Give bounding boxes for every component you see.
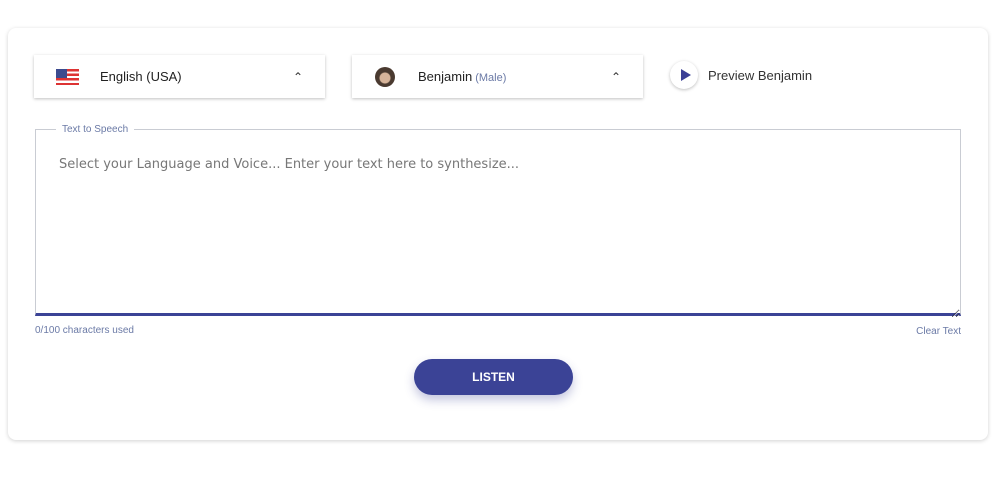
- field-legend: Text to Speech: [62, 124, 129, 135]
- us-flag-icon: [56, 69, 79, 85]
- preview-label: Preview Benjamin: [708, 67, 813, 83]
- voice-select[interactable]: Benjamin (Male) ⌃: [352, 55, 643, 98]
- preview-voice-button[interactable]: Preview Benjamin: [670, 61, 812, 89]
- clear-text-link[interactable]: Clear Text: [916, 326, 961, 337]
- language-select[interactable]: English (USA) ⌃: [34, 55, 325, 98]
- avatar: [375, 67, 395, 87]
- tts-card: English (USA) ⌃ Benjamin (Male) ⌃ Preview…: [8, 28, 988, 440]
- listen-button[interactable]: LISTEN: [414, 359, 573, 395]
- chevron-up-icon: ⌃: [292, 69, 303, 84]
- chevron-up-icon: ⌃: [610, 69, 621, 84]
- text-input[interactable]: [36, 143, 960, 318]
- text-to-speech-field: Text to Speech: [35, 124, 961, 318]
- language-label: English (USA): [100, 69, 182, 84]
- voice-name: Benjamin: [418, 69, 473, 84]
- voice-gender: (Male): [475, 72, 507, 84]
- play-icon: [670, 61, 698, 89]
- character-counter: 0/100 characters used: [35, 325, 134, 336]
